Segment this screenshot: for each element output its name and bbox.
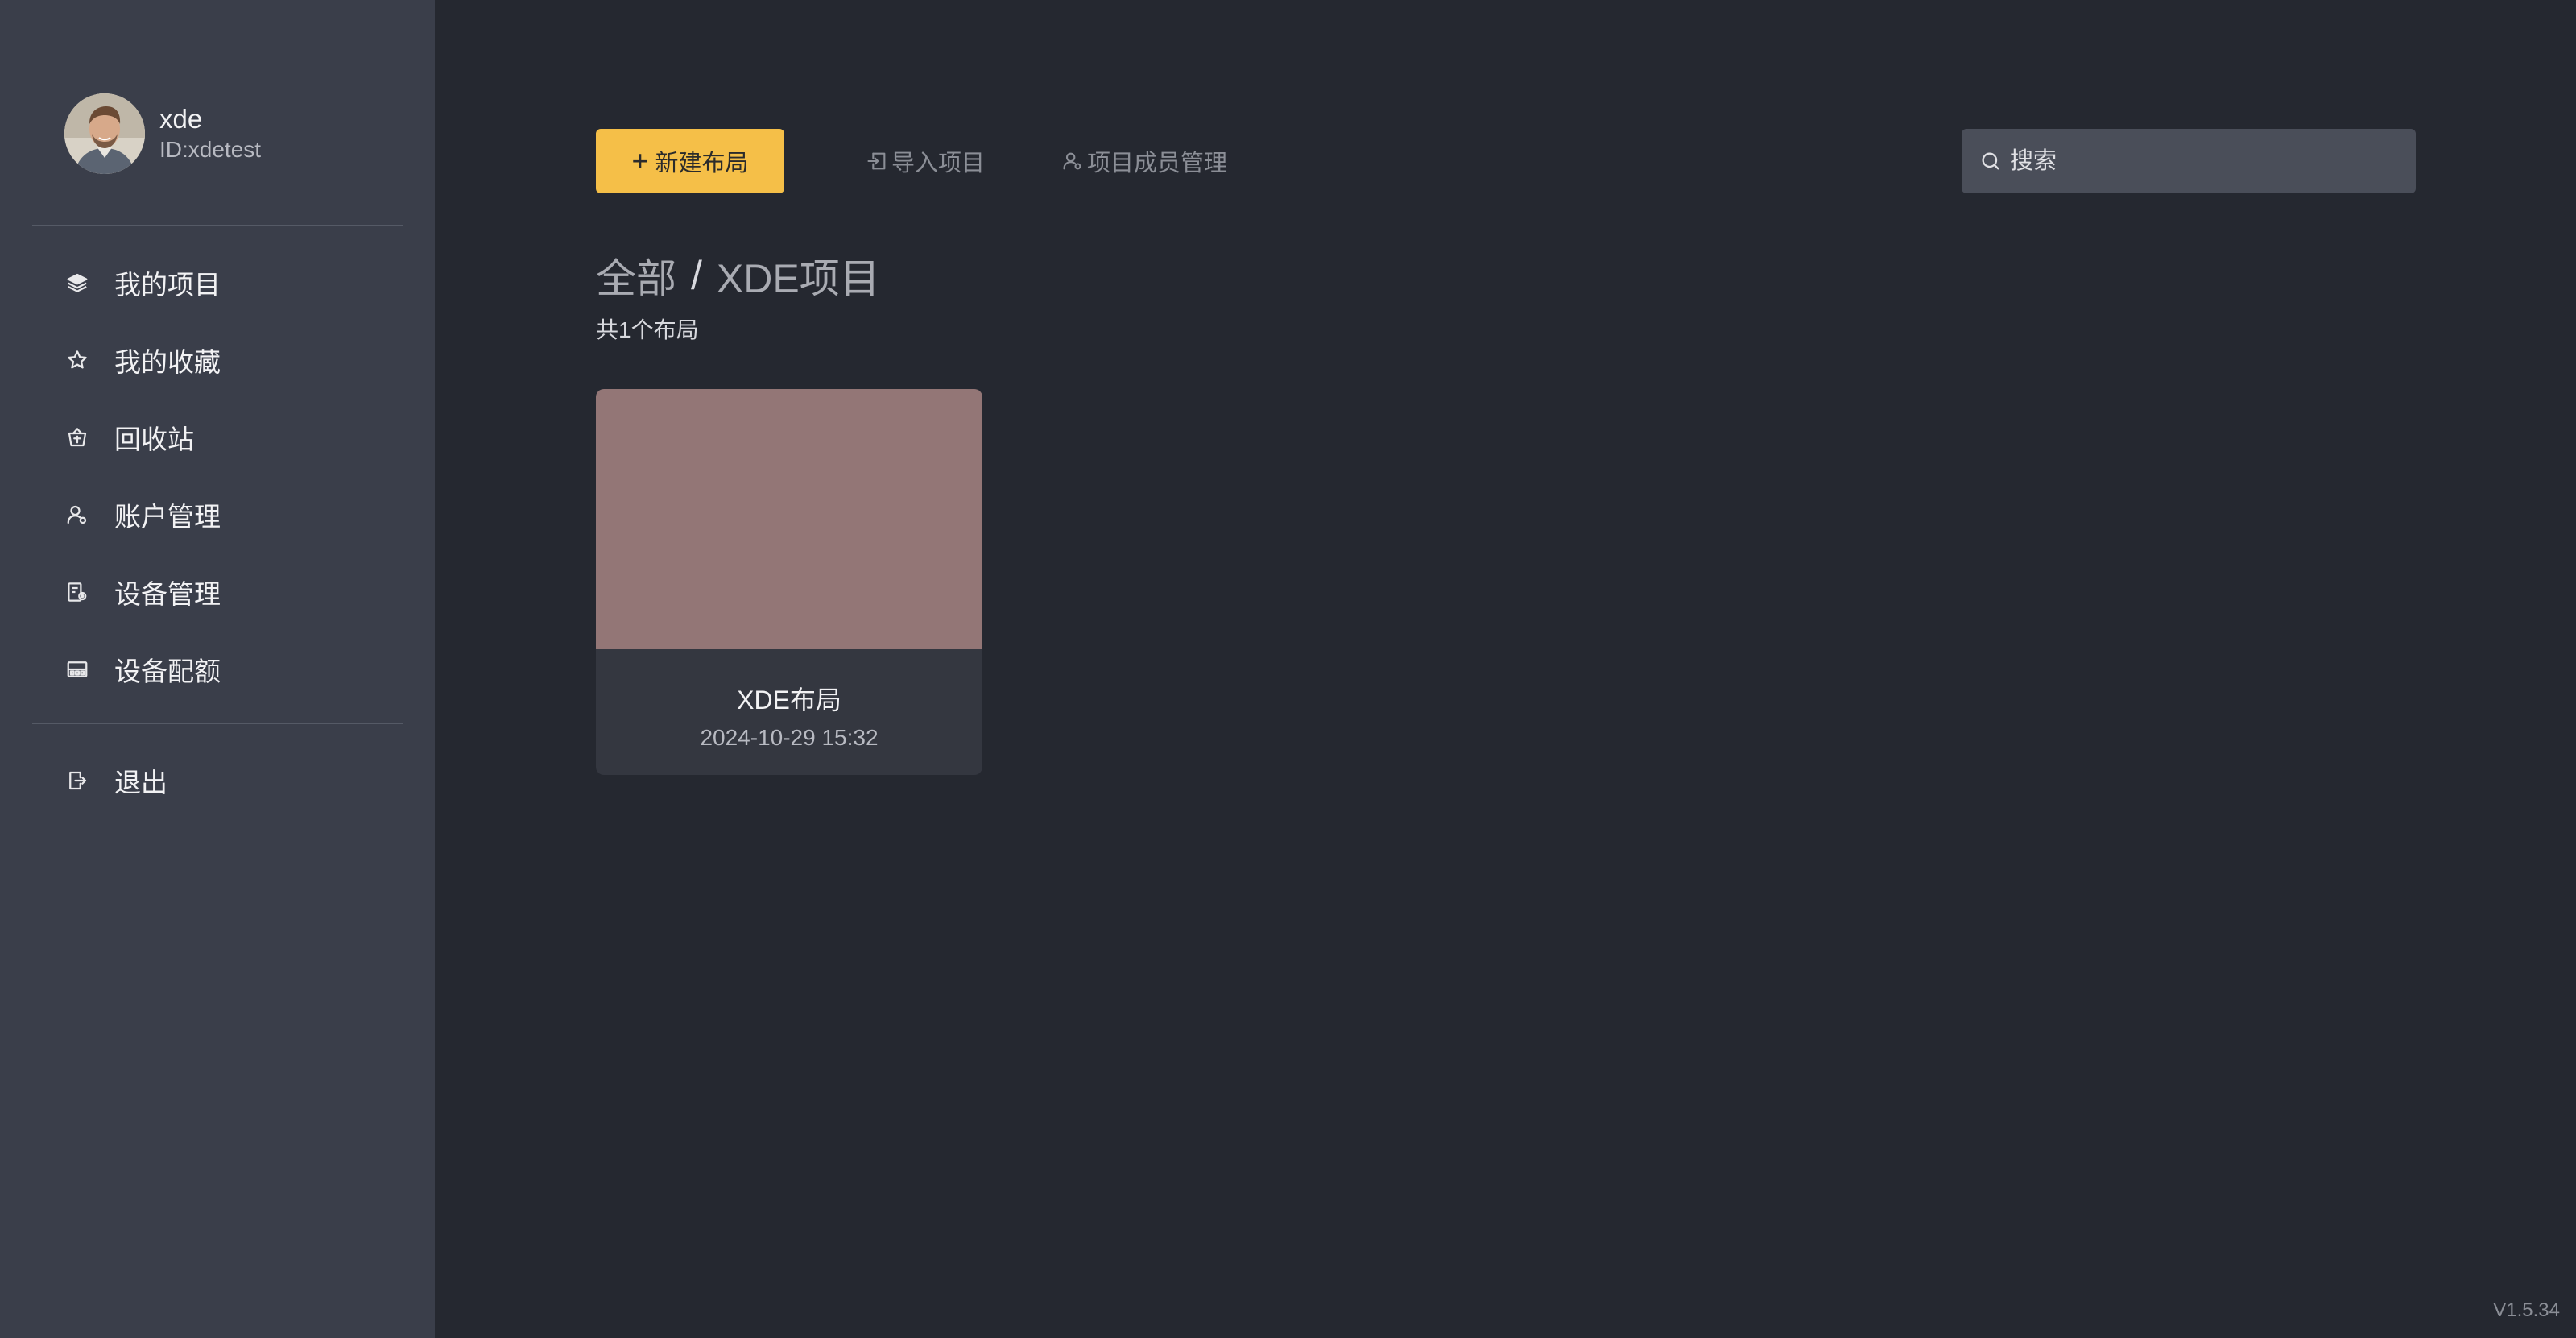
- logout-button[interactable]: 退出: [64, 756, 167, 805]
- user-icon: [1063, 152, 1081, 170]
- sidebar-item-label: 我的项目: [114, 270, 221, 300]
- sidebar-item-label: 退出: [114, 768, 167, 797]
- device-settings-icon: [64, 579, 90, 605]
- new-layout-button[interactable]: + 新建布局: [596, 129, 784, 193]
- sidebar-item-my-projects[interactable]: 我的项目: [64, 259, 221, 307]
- quota-icon: [64, 657, 90, 682]
- sidebar-divider: [32, 723, 403, 724]
- star-icon: [64, 347, 90, 373]
- sidebar-item-recycle-bin[interactable]: 回收站: [64, 413, 194, 462]
- plus-icon: +: [631, 144, 649, 177]
- sidebar-item-devices[interactable]: 设备管理: [64, 568, 221, 616]
- layout-count: 共1个布局: [596, 317, 699, 342]
- sidebar-item-quota[interactable]: 设备配额: [64, 645, 221, 694]
- user-profile[interactable]: xde ID:xdetest: [64, 93, 261, 174]
- member-management-label: 项目成员管理: [1087, 151, 1228, 176]
- sidebar-item-label: 回收站: [114, 425, 194, 454]
- trash-icon: [64, 425, 90, 450]
- sidebar-item-label: 设备配额: [114, 657, 221, 686]
- new-layout-label: 新建布局: [655, 151, 749, 176]
- breadcrumb-current: XDE项目: [716, 256, 880, 301]
- import-project-button[interactable]: 导入项目: [866, 129, 985, 193]
- logout-icon: [64, 768, 90, 793]
- version-label: V1.5.34: [2493, 1299, 2560, 1321]
- layers-icon: [64, 270, 90, 296]
- user-name: xde: [159, 104, 203, 134]
- sidebar-item-favorites[interactable]: 我的收藏: [64, 336, 221, 384]
- layout-name: XDE布局: [737, 686, 841, 715]
- user-icon: [64, 502, 90, 528]
- avatar[interactable]: [64, 93, 145, 174]
- sidebar-item-label: 我的收藏: [114, 347, 221, 377]
- import-icon: [867, 152, 886, 170]
- avatar-portrait-icon: [64, 93, 145, 174]
- import-project-label: 导入项目: [891, 151, 986, 176]
- sidebar-divider: [32, 225, 403, 226]
- search-box[interactable]: [1962, 129, 2416, 193]
- layout-thumbnail[interactable]: [596, 389, 982, 649]
- breadcrumb-separator: /: [691, 253, 702, 298]
- member-management-button[interactable]: 项目成员管理: [1061, 129, 1227, 193]
- sidebar: xde ID:xdetest 我的项目 我的收藏 回收站 账户管理 设备管理 设…: [0, 0, 435, 1338]
- sidebar-item-account[interactable]: 账户管理: [64, 491, 221, 539]
- user-id: ID:xdetest: [159, 137, 262, 162]
- search-input[interactable]: [2010, 147, 2396, 175]
- layout-date: 2024-10-29 15:32: [700, 725, 879, 750]
- search-icon: [1982, 152, 1999, 170]
- breadcrumb: 全部 / XDE项目: [596, 246, 880, 304]
- layout-card[interactable]: XDE布局 2024-10-29 15:32: [596, 389, 982, 775]
- breadcrumb-root[interactable]: 全部: [596, 246, 676, 304]
- app: xde ID:xdetest 我的项目 我的收藏 回收站 账户管理 设备管理 设…: [0, 0, 2576, 1338]
- sidebar-item-label: 账户管理: [114, 502, 221, 532]
- sidebar-item-label: 设备管理: [114, 579, 221, 609]
